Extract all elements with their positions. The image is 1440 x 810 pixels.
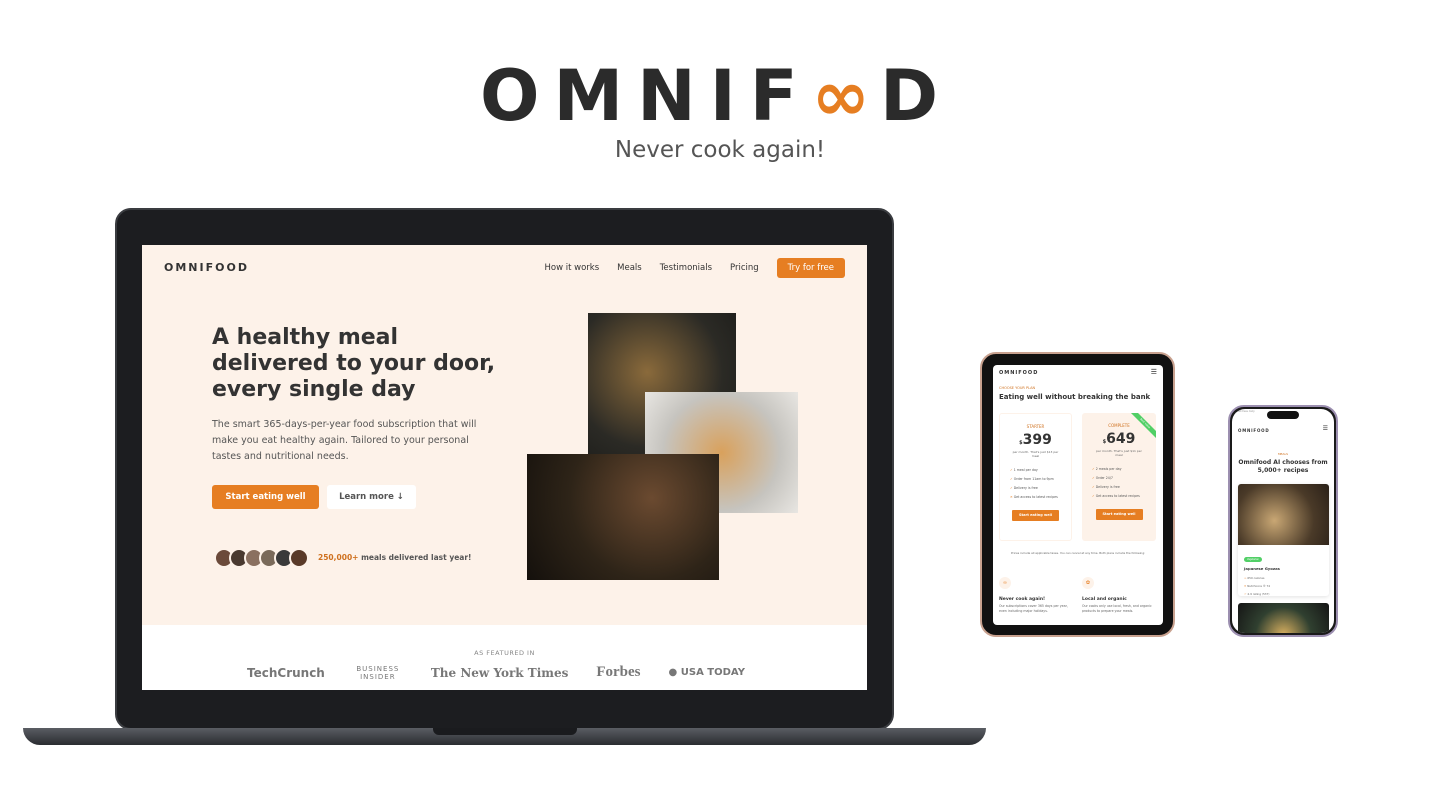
laptop-screen: OMNIFOOD How it works Meals Testimonials… [142,245,867,690]
feature-local-organic: Local and organic Our cooks only use loca… [1082,597,1152,613]
tablet-logo[interactable]: OMNIFOOD [999,370,1038,376]
meals-text: meals delivered last year! [361,553,472,562]
restaurant-icon: ✕ [1244,584,1247,588]
meal-calories: ♨ 650 calories [1244,576,1265,580]
hero-title: A healthy meal delivered to your door, e… [212,325,496,402]
try-for-free-button[interactable]: Try for free [776,258,845,278]
meal-name: Japanese Gyozas [1244,566,1280,571]
meal-rating: ☆ 4.9 rating (537) [1244,592,1270,596]
plan-feature: ✓ Order 24/7 [1092,476,1113,480]
infinity-icon: ∞ [811,54,870,137]
meals-count: 250,000+ [318,553,359,562]
tablet-screen: OMNIFOOD ☰ CHOOSE YOUR PLAN Eating well … [993,365,1163,625]
meal-card[interactable]: Vegetarian Japanese Gyozas ♨ 650 calorie… [1238,484,1329,596]
nav-link-meals[interactable]: Meals [617,263,642,273]
plan-feature: ✓ 1 meal per day [1010,468,1038,472]
meal-image [1238,484,1329,545]
feature-never-cook: Never cook again! Our subscriptions cover… [999,597,1068,613]
featured-logos: TechCrunch BUSINESS INSIDER The New York… [247,664,745,681]
forbes-logo: Forbes [596,664,641,680]
plan-feature: ✓ Get access to latest recipes [1092,494,1140,498]
nyt-logo: The New York Times [430,665,569,680]
pricing-footnote: Prices include all applicable taxes. You… [1010,551,1146,555]
menu-icon[interactable]: ☰ [1323,425,1328,432]
plan-feature: ✓ 2 meals per day [1092,467,1122,471]
plan-feature: ✓ Order from 11am to 9pm [1010,477,1054,481]
plan-starter: STARTER $399 per month. That's just $13 … [999,413,1072,541]
phone-logo[interactable]: OMNIFOOD [1238,428,1269,433]
status-bar: Address daily [1238,410,1255,413]
nav-bar: How it works Meals Testimonials Pricing … [544,258,845,278]
plan-feature: ✓ Delivery is free [1010,486,1038,490]
nav-link-how-it-works[interactable]: How it works [544,263,599,273]
hero-image-woman-eating [527,454,719,580]
learn-more-button[interactable]: Learn more ↓ [327,485,416,509]
usa-today-text: USA TODAY [680,667,745,678]
menu-icon[interactable]: ☰ [1151,368,1157,376]
usa-today-logo: ● USA TODAY [668,667,745,678]
tagline: Never cook again! [614,137,826,163]
meal-tag: Vegetarian [1244,557,1262,562]
nav-link-testimonials[interactable]: Testimonials [660,263,712,273]
plan-complete: Best value COMPLETE $649 per month. That… [1082,413,1156,541]
plan-note: per month. That's just $13 per meal [1012,450,1059,458]
start-eating-well-button[interactable]: Start eating well [1012,510,1059,521]
omnifood-logo: OMNIF ∞ D [480,54,953,137]
laptop-notch [433,728,577,735]
customer-avatars [214,548,309,568]
meals-eyebrow: MEALS [1277,452,1289,456]
plan-price: 649 [1106,431,1136,447]
start-eating-well-button[interactable]: Start eating well [1095,509,1143,520]
business-insider-logo: BUSINESS INSIDER [356,664,400,681]
meal-nutriscore: ✕ NutriScore ® 74 [1244,584,1271,588]
meal-card-image[interactable] [1238,603,1329,633]
pricing-eyebrow: CHOOSE YOUR PLAN [999,386,1036,390]
nav-link-pricing[interactable]: Pricing [730,263,759,273]
plan-feature: ✕ Get access to latest recipes [1010,495,1058,499]
phone-screen: Address daily OMNIFOOD ☰ MEALS Omnifood … [1232,409,1334,633]
pricing-title: Eating well without breaking the bank [999,393,1151,401]
plan-feature: ✓ Delivery is free [1092,485,1120,489]
hero-subtitle: The smart 365-days-per-year food subscri… [212,419,477,462]
leaf-icon: ✿ [1082,577,1094,589]
meals-title: Omnifood AI chooses from 5,000+ recipes [1238,459,1328,474]
plan-name: STARTER [1026,424,1045,429]
meals-delivered: 250,000+ meals delivered last year! [318,553,471,562]
plan-price: 399 [1022,432,1052,448]
plan-note: per month. That's just $11 per meal [1096,449,1142,457]
start-eating-well-button[interactable]: Start eating well [212,485,319,509]
nav-logo[interactable]: OMNIFOOD [164,261,249,274]
avatar [289,548,309,568]
infinity-icon: ∞ [999,577,1011,589]
featured-heading: AS FEATURED IN [474,649,535,657]
techcrunch-logo: TechCrunch [247,665,325,680]
featured-in-section: AS FEATURED IN TechCrunch BUSINESS INSID… [142,625,867,690]
dynamic-island [1267,411,1299,419]
